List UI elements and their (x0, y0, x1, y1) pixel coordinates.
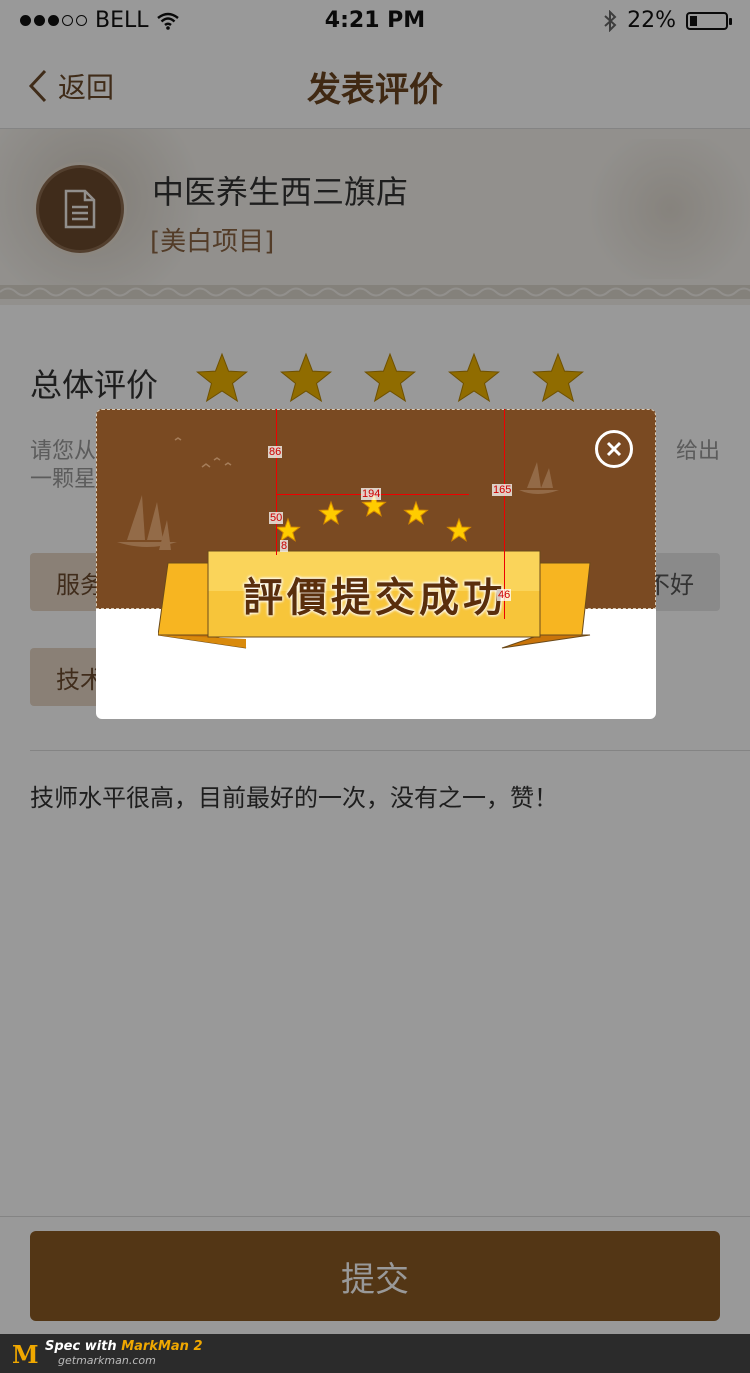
success-modal: 評價提交成功 86 194 165 50 8 46 (96, 409, 656, 719)
markman-url: getmarkman.com (58, 1354, 156, 1367)
app-screen: BELL 4:21 PM 22% 返回 发表评价 中医养生西三旗店 [美白项目]… (0, 0, 750, 1334)
measure-label: 165 (492, 484, 513, 496)
star-icon (446, 517, 472, 542)
measure-label: 46 (497, 589, 512, 601)
star-icon (318, 500, 344, 525)
markman-logo: M (12, 1340, 39, 1369)
measure-label: 50 (269, 512, 284, 524)
star-icon (403, 500, 429, 525)
measure-label: 194 (361, 488, 382, 500)
measure-label: 86 (268, 446, 283, 458)
success-title: 評價提交成功 (243, 574, 507, 621)
markman-footer: M Spec with MarkMan 2 getmarkman.com (0, 1334, 750, 1373)
markman-tagline: Spec with MarkMan 2 (45, 1339, 203, 1354)
measure-label: 8 (280, 540, 289, 552)
